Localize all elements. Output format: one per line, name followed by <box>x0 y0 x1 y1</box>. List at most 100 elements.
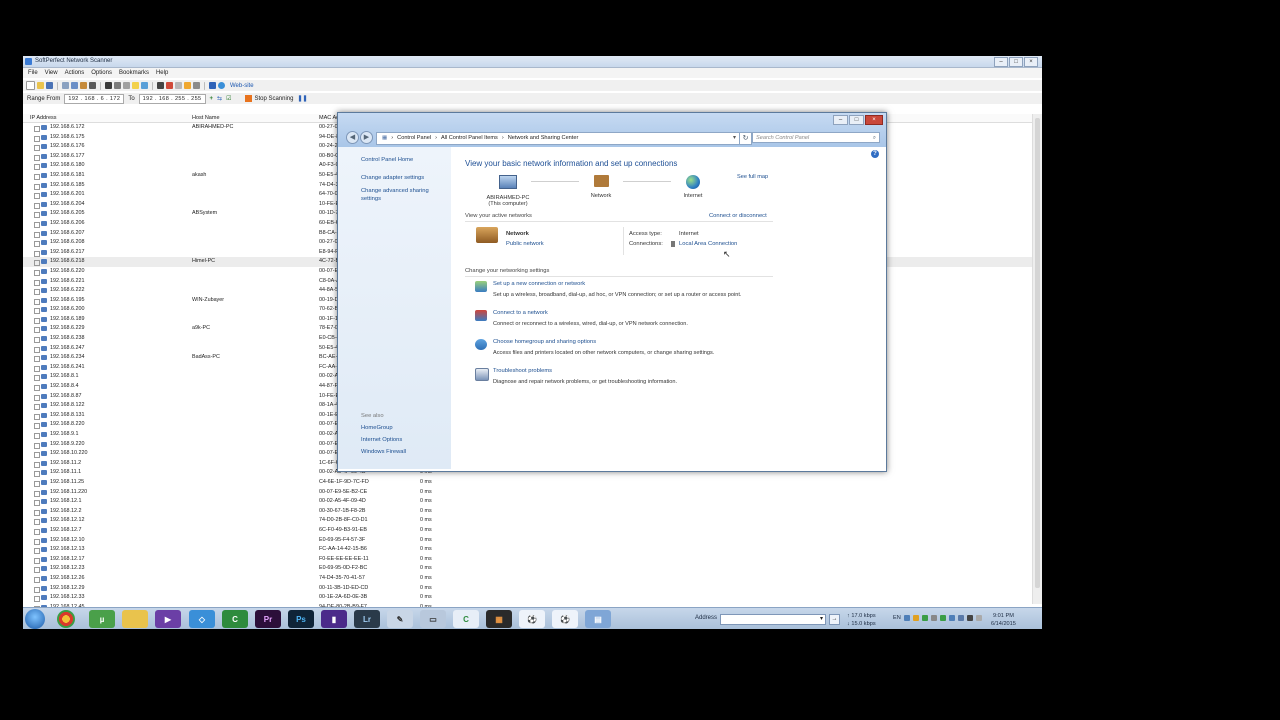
bulb-icon[interactable] <box>184 82 191 89</box>
expand-icon[interactable] <box>34 548 40 555</box>
expand-icon[interactable] <box>34 557 40 564</box>
task-homegroup-link[interactable]: Choose homegroup and sharing options <box>493 339 596 345</box>
windows-firewall-link[interactable]: Windows Firewall <box>361 449 406 455</box>
tray-icon[interactable] <box>904 615 910 621</box>
stop-scanning-button[interactable]: Stop Scanning <box>245 95 293 102</box>
expand-icon[interactable] <box>34 135 40 142</box>
expand-icon[interactable] <box>34 193 40 200</box>
menu-file[interactable]: File <box>28 68 38 78</box>
expand-icon[interactable] <box>34 519 40 526</box>
expand-icon[interactable] <box>34 154 40 161</box>
expand-icon[interactable] <box>34 356 40 363</box>
close-button[interactable]: × <box>865 115 883 125</box>
expand-icon[interactable] <box>34 126 40 132</box>
expand-icon[interactable] <box>34 337 40 344</box>
film-icon[interactable]: ▦ <box>486 610 512 628</box>
expand-icon[interactable] <box>34 298 40 305</box>
breadcrumb-network-center[interactable]: Network and Sharing Center <box>508 133 579 144</box>
table-row[interactable]: 192.168.12.33 00-1E-2A-6D-0E-3B 0 ms <box>23 593 1033 603</box>
expand-icon[interactable] <box>34 423 40 430</box>
table-row[interactable]: 192.168.12.12 74-D0-2B-8F-C0-D1 0 ms <box>23 516 1033 526</box>
wake-icon[interactable] <box>166 82 173 89</box>
minimize-button[interactable]: – <box>833 115 848 125</box>
table-row[interactable]: 192.168.11.25 C4-6E-1F-9D-7C-FD 0 ms <box>23 478 1033 488</box>
expand-icon[interactable] <box>34 260 40 267</box>
expand-icon[interactable] <box>34 173 40 180</box>
check-icon[interactable]: ☑ <box>226 95 231 102</box>
window-icon[interactable]: ▭ <box>420 610 446 628</box>
expand-icon[interactable] <box>34 212 40 219</box>
expand-icon[interactable] <box>34 365 40 372</box>
minimize-button[interactable]: – <box>994 57 1008 67</box>
chevron-down-icon[interactable]: ▾ <box>820 615 823 624</box>
breadcrumb-control-panel[interactable]: Control Panel <box>397 133 431 144</box>
expand-icon[interactable] <box>34 231 40 238</box>
expand-icon[interactable] <box>34 480 40 487</box>
expand-icon[interactable] <box>34 346 40 353</box>
expand-icon[interactable] <box>34 241 40 248</box>
network-tray-icon[interactable] <box>958 615 964 621</box>
find-icon[interactable] <box>71 82 78 89</box>
football-game-2-icon[interactable]: ⚽ <box>552 610 578 628</box>
menu-view[interactable]: View <box>45 68 58 78</box>
expand-icon[interactable] <box>34 413 40 420</box>
expand-icon[interactable] <box>34 442 40 449</box>
tray-icon[interactable] <box>940 615 946 621</box>
explorer-icon[interactable] <box>122 610 148 628</box>
network-window-icon[interactable]: ▤ <box>585 610 611 628</box>
expand-icon[interactable] <box>34 404 40 411</box>
local-area-connection-link[interactable]: Local Area Connection <box>679 241 737 247</box>
change-adapter-link[interactable]: Change adapter settings <box>361 175 424 181</box>
settings-icon[interactable] <box>193 82 200 89</box>
help-icon[interactable]: ? <box>871 150 879 158</box>
website-link[interactable]: Web-site <box>230 83 254 89</box>
save-icon[interactable] <box>46 82 53 89</box>
hide-icon[interactable] <box>89 82 96 89</box>
change-advanced-sharing-link-line2[interactable]: settings <box>361 196 381 202</box>
table-row[interactable]: 192.168.12.23 E0-69-95-0D-F2-BC 0 ms <box>23 564 1033 574</box>
menu-actions[interactable]: Actions <box>65 68 85 78</box>
options-icon[interactable] <box>141 82 148 89</box>
help-icon[interactable] <box>209 82 216 89</box>
expand-icon[interactable] <box>34 509 40 516</box>
tray-icon[interactable] <box>931 615 937 621</box>
expand-icon[interactable] <box>34 145 40 152</box>
pause-icon[interactable]: ❚❚ <box>297 95 307 102</box>
expand-icon[interactable] <box>34 250 40 257</box>
expand-icon[interactable] <box>34 308 40 315</box>
table-row[interactable]: 192.168.12.29 00-11-3B-1D-ED-CD 0 ms <box>23 584 1033 594</box>
expand-icon[interactable] <box>34 452 40 459</box>
column-host[interactable]: Host Name <box>192 115 220 121</box>
search-icon[interactable]: ⌕ <box>873 133 876 144</box>
homegroup-link[interactable]: HomeGroup <box>361 425 393 431</box>
control-panel-home-link[interactable]: Control Panel Home <box>361 157 413 163</box>
tree-icon[interactable] <box>123 82 130 89</box>
expand-icon[interactable] <box>34 279 40 286</box>
search-input[interactable]: Search Control Panel ⌕ <box>752 132 880 143</box>
close-button[interactable]: × <box>1024 57 1038 67</box>
expand-icon[interactable] <box>34 576 40 583</box>
utorrent-icon[interactable]: µ <box>89 610 115 628</box>
tray-icon[interactable] <box>922 615 928 621</box>
expand-icon[interactable] <box>34 567 40 574</box>
remote-icon[interactable] <box>175 82 182 89</box>
clock[interactable]: 9:01 PM 6/14/2015 <box>991 612 1016 628</box>
expand-icon[interactable] <box>34 433 40 439</box>
expand-icon[interactable] <box>34 394 40 401</box>
table-row[interactable]: 192.168.12.1 00-02-A5-4F-09-4D 0 ms <box>23 497 1033 507</box>
task-setup-connection-link[interactable]: Set up a new connection or network <box>493 281 585 287</box>
expand-icon[interactable] <box>34 461 40 468</box>
table-row[interactable]: 192.168.12.17 F0-EE-EE-EE-EE-11 0 ms <box>23 555 1033 565</box>
expand-icon[interactable] <box>34 327 40 334</box>
expand-icon[interactable] <box>34 596 40 603</box>
expand-icon[interactable] <box>34 528 40 535</box>
refresh-icon[interactable]: ↻ <box>739 132 752 145</box>
expand-icon[interactable] <box>34 317 40 324</box>
expand-icon[interactable] <box>34 183 40 190</box>
media-player-icon[interactable]: ▶ <box>155 610 181 628</box>
chrome-icon[interactable] <box>57 610 75 628</box>
range-from-input[interactable]: 192 . 168 . 6 . 172 <box>64 93 125 104</box>
new-icon[interactable] <box>26 81 35 90</box>
expand-icon[interactable] <box>34 471 40 478</box>
table-row[interactable]: 192.168.12.2 00-30-67-1B-F8-2B 0 ms <box>23 507 1033 517</box>
